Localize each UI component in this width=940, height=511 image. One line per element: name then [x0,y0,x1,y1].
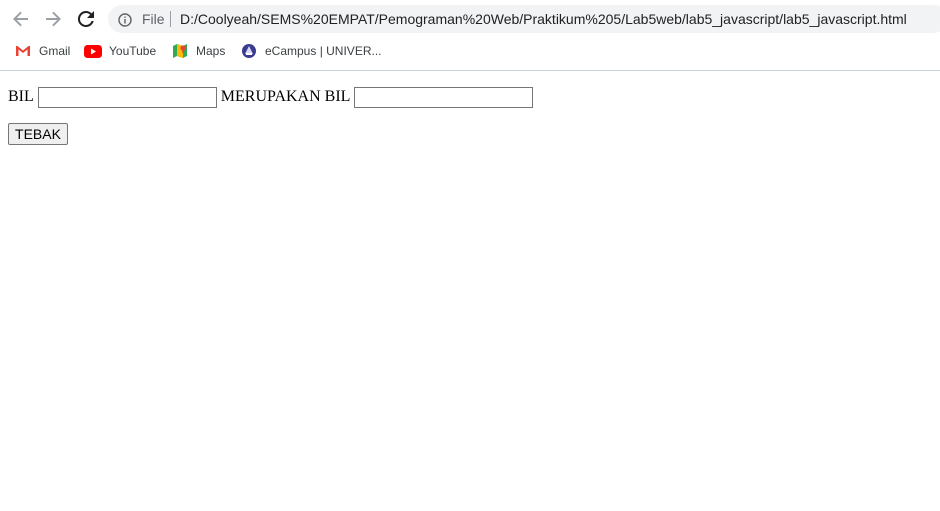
merupakan-bil-label: MERUPAKAN BIL [220,88,351,105]
result-input[interactable] [354,86,534,108]
tebak-button[interactable]: TEBAK [8,123,68,145]
forward-arrow-icon[interactable] [41,7,65,31]
bookmark-label: Maps [196,44,226,58]
address-prefix: File [142,11,165,27]
bookmark-maps[interactable]: Maps [171,40,225,62]
bil-input[interactable] [37,86,217,108]
bookmark-ecampus[interactable]: eCampus | UNIVER... [240,40,381,62]
youtube-icon [84,43,102,59]
back-arrow-icon[interactable] [9,7,33,31]
bil-label: BIL [8,88,34,105]
bookmark-label: YouTube [109,44,157,58]
maps-icon [171,43,189,59]
gmail-icon [14,43,32,59]
address-separator [170,11,171,27]
bookmark-label: Gmail [39,44,71,58]
bookmark-youtube[interactable]: YouTube [84,40,156,62]
bookmark-gmail[interactable]: Gmail [14,40,70,62]
bookmark-label: eCampus | UNIVER... [265,44,382,58]
url-text[interactable]: D:/Coolyeah/SEMS%20EMPAT/Pemograman%20We… [180,11,907,27]
browser-toolbar: File D:/Coolyeah/SEMS%20EMPAT/Pemograman… [0,0,940,38]
reload-icon[interactable] [74,7,98,31]
browser-chrome: File D:/Coolyeah/SEMS%20EMPAT/Pemograman… [0,0,940,71]
bookmarks-bar: Gmail YouTube Maps eCampus | UNIVER... [0,40,940,62]
form-row: BIL MERUPAKAN BIL [8,86,537,108]
info-icon[interactable] [118,12,132,27]
ecampus-icon [240,43,258,59]
